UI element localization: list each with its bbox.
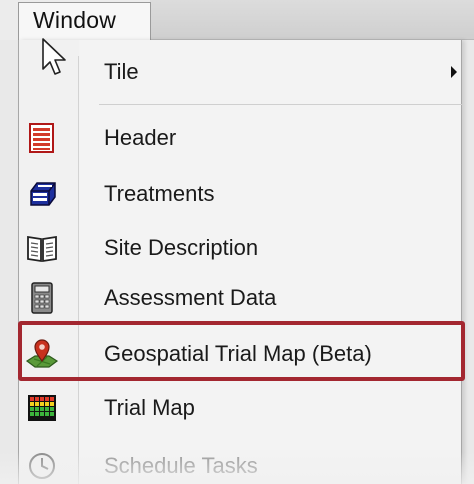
- menu-item-label: Tile: [104, 59, 139, 84]
- window-dropdown-menu: Tile Header Treatments Site Description …: [18, 40, 463, 484]
- submenu-arrow-icon: [451, 66, 457, 78]
- menu-item-tile[interactable]: Tile: [19, 50, 463, 96]
- mouse-pointer-icon: [42, 38, 66, 75]
- header-list-icon: [29, 123, 54, 153]
- menu-item-label: Treatments: [104, 181, 215, 206]
- window-menu-label: Window: [33, 7, 117, 33]
- menu-item-label: Header: [104, 125, 177, 150]
- menu-bar-background: [150, 0, 474, 40]
- gutter-divider: [78, 56, 79, 484]
- calculator-icon: [31, 282, 53, 314]
- menu-item-label: Assessment Data: [104, 285, 277, 310]
- menu-item-site-description[interactable]: Site Description: [19, 226, 463, 272]
- treatments-database-icon: [30, 182, 56, 206]
- menu-item-assessment-data[interactable]: Assessment Data: [19, 276, 463, 322]
- clock-icon: [29, 453, 55, 479]
- menu-item-label: Site Description: [104, 235, 259, 260]
- open-book-icon: [27, 235, 57, 263]
- window-menu[interactable]: Window: [18, 2, 151, 42]
- menu-item-schedule-tasks[interactable]: Schedule Tasks: [19, 444, 463, 484]
- menu-bar: Window: [0, 0, 474, 42]
- menu-item-treatments[interactable]: Treatments: [19, 172, 463, 218]
- menu-item-trial-map[interactable]: Trial Map: [19, 386, 463, 432]
- menu-separator: [99, 104, 463, 105]
- menu-item-header[interactable]: Header: [19, 116, 463, 162]
- grid-map-icon: [28, 395, 56, 421]
- highlight-annotation-box: [18, 321, 465, 381]
- menu-item-label: Schedule Tasks: [104, 453, 258, 478]
- menu-item-label: Trial Map: [104, 395, 195, 420]
